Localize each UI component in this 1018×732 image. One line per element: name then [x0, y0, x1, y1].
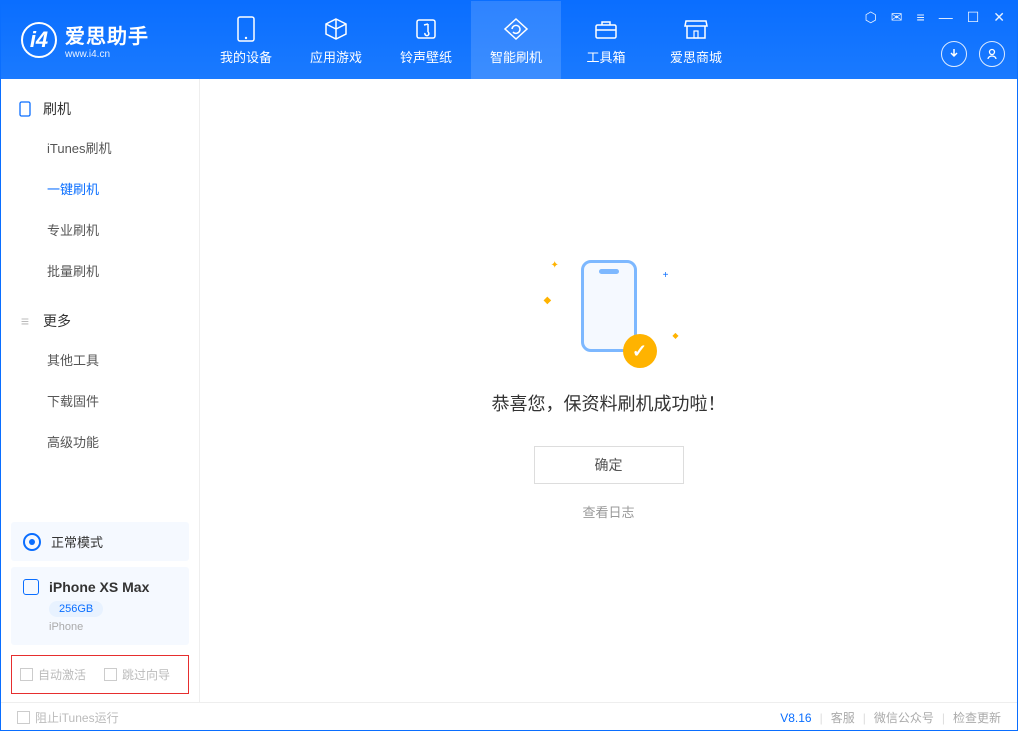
- feedback-icon[interactable]: ✉: [891, 9, 903, 26]
- ok-button[interactable]: 确定: [534, 446, 684, 484]
- device-type: iPhone: [49, 621, 177, 633]
- shirt-icon[interactable]: ⬡: [865, 9, 877, 26]
- checkbox-icon: [20, 668, 33, 681]
- user-button[interactable]: [979, 41, 1005, 67]
- success-message: 恭喜您，保资料刷机成功啦！: [492, 390, 726, 416]
- footer: 阻止iTunes运行 V8.16 | 客服 | 微信公众号 | 检查更新: [1, 702, 1017, 732]
- tab-my-device[interactable]: 我的设备: [201, 1, 291, 79]
- menu-icon[interactable]: ≡: [917, 9, 925, 26]
- sidebar-item-batch-flash[interactable]: 批量刷机: [1, 250, 199, 291]
- download-button[interactable]: [941, 41, 967, 67]
- app-subtitle: www.i4.cn: [65, 49, 149, 60]
- main-content: ✦ ◆ + ◆ ✓ 恭喜您，保资料刷机成功啦！ 确定 查看日志: [200, 79, 1017, 702]
- minimize-button[interactable]: —: [939, 9, 953, 26]
- sidebar-item-other-tools[interactable]: 其他工具: [1, 339, 199, 380]
- device-name: iPhone XS Max: [49, 579, 149, 595]
- sidebar-item-advanced[interactable]: 高级功能: [1, 421, 199, 462]
- sidebar: 刷机 iTunes刷机 一键刷机 专业刷机 批量刷机 ≡ 更多 其他工具 下载固…: [1, 79, 200, 702]
- refresh-icon: [502, 15, 530, 43]
- sidebar-header-more: ≡ 更多: [1, 303, 199, 339]
- view-log-link[interactable]: 查看日志: [582, 502, 634, 521]
- success-illustration: ✦ ◆ + ◆ ✓: [569, 260, 649, 360]
- tab-store[interactable]: 爱思商城: [651, 1, 741, 79]
- sidebar-item-download-firmware[interactable]: 下载固件: [1, 380, 199, 421]
- maximize-button[interactable]: ☐: [967, 9, 980, 26]
- tab-toolbox[interactable]: 工具箱: [561, 1, 651, 79]
- status-icon: [23, 533, 41, 551]
- footer-link-update[interactable]: 检查更新: [953, 709, 1001, 726]
- footer-link-support[interactable]: 客服: [831, 709, 855, 726]
- close-button[interactable]: ✕: [993, 9, 1005, 26]
- device-small-icon: [23, 579, 39, 595]
- phone-icon: [17, 101, 33, 117]
- sidebar-header-flash: 刷机: [1, 91, 199, 127]
- music-icon: [412, 15, 440, 43]
- footer-link-wechat[interactable]: 微信公众号: [874, 709, 934, 726]
- device-icon: [232, 15, 260, 43]
- checkbox-auto-activate[interactable]: 自动激活: [20, 666, 86, 683]
- window-controls: ⬡ ✉ ≡ — ☐ ✕: [865, 9, 1005, 26]
- toolbox-icon: [592, 15, 620, 43]
- check-icon: ✓: [623, 334, 657, 368]
- sidebar-item-oneclick-flash[interactable]: 一键刷机: [1, 168, 199, 209]
- options-highlight-box: 自动激活 跳过向导: [11, 655, 189, 694]
- nav-tabs: 我的设备 应用游戏 铃声壁纸 智能刷机 工具箱 爱思商城: [201, 1, 741, 79]
- status-box[interactable]: 正常模式: [11, 522, 189, 561]
- logo-icon: i4: [21, 22, 57, 58]
- device-storage-badge: 256GB: [49, 601, 103, 617]
- checkbox-icon: [17, 711, 30, 724]
- store-icon: [682, 15, 710, 43]
- sidebar-item-itunes-flash[interactable]: iTunes刷机: [1, 127, 199, 168]
- cube-icon: [322, 15, 350, 43]
- tab-smart-flash[interactable]: 智能刷机: [471, 1, 561, 79]
- logo-area: i4 爱思助手 www.i4.cn: [1, 20, 201, 60]
- list-icon: ≡: [17, 313, 33, 329]
- app-title: 爱思助手: [65, 20, 149, 49]
- version-label: V8.16: [780, 711, 811, 725]
- app-header: i4 爱思助手 www.i4.cn 我的设备 应用游戏 铃声壁纸 智能刷机 工具…: [1, 1, 1017, 79]
- checkbox-icon: [104, 668, 117, 681]
- checkbox-skip-guide[interactable]: 跳过向导: [104, 666, 170, 683]
- tab-ringtones[interactable]: 铃声壁纸: [381, 1, 471, 79]
- tab-apps-games[interactable]: 应用游戏: [291, 1, 381, 79]
- device-box[interactable]: iPhone XS Max 256GB iPhone: [11, 567, 189, 645]
- checkbox-block-itunes[interactable]: 阻止iTunes运行: [17, 709, 119, 726]
- sidebar-item-pro-flash[interactable]: 专业刷机: [1, 209, 199, 250]
